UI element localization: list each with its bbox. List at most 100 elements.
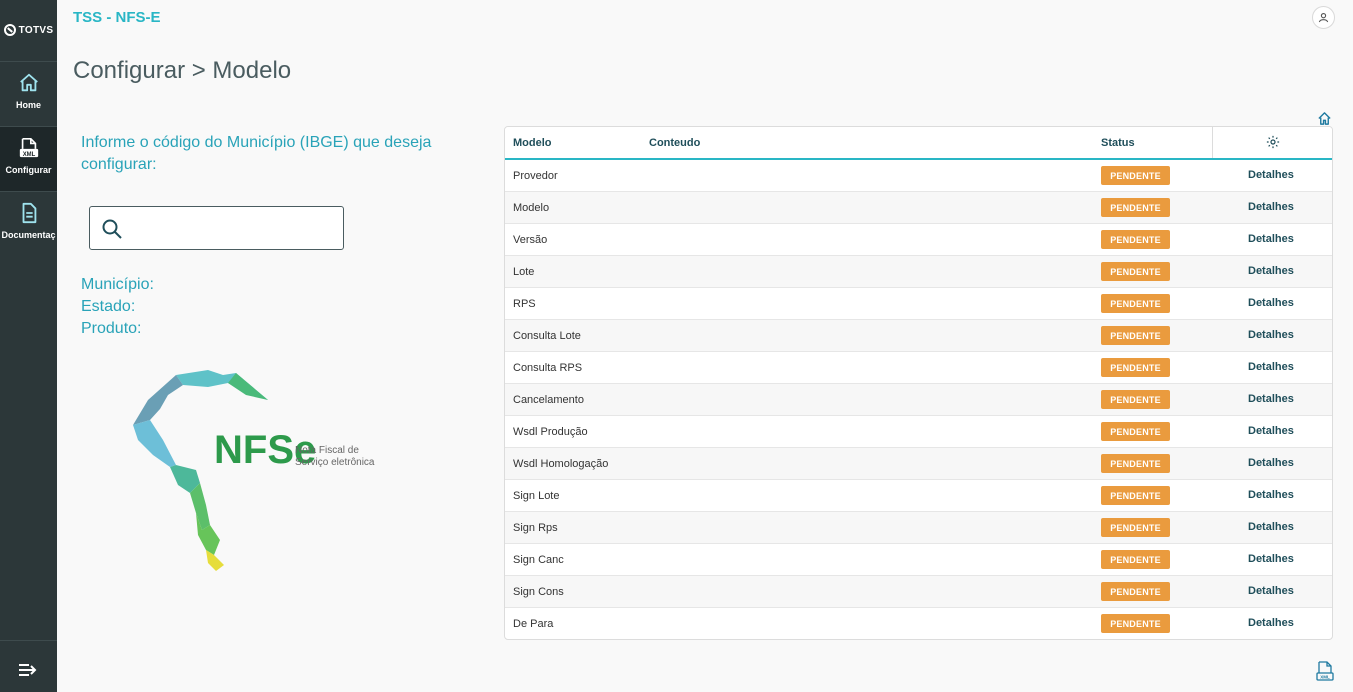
sidebar-item-documentacao[interactable]: Documentaç <box>0 192 57 256</box>
table-row: Versão PENDENTE Detalhes <box>505 224 1332 256</box>
search-input[interactable] <box>132 215 332 241</box>
collapse-menu-icon[interactable] <box>17 660 39 680</box>
table-row: Wsdl Homologação PENDENTE Detalhes <box>505 448 1332 480</box>
sidebar-item-label: Configurar <box>5 165 52 175</box>
app-root: TOTVS Home XML Configurar Documentaç TSS… <box>0 0 1353 692</box>
table-row: Consulta Lote PENDENTE Detalhes <box>505 320 1332 352</box>
column-divider <box>1212 127 1213 158</box>
status-badge: PENDENTE <box>1101 518 1170 537</box>
details-link[interactable]: Detalhes <box>1248 617 1294 629</box>
sidebar-item-label: Home <box>15 100 41 110</box>
totvs-logo: TOTVS <box>0 20 57 40</box>
table-row: Lote PENDENTE Detalhes <box>505 256 1332 288</box>
details-link[interactable]: Detalhes <box>1248 169 1294 181</box>
table-row: Provedor PENDENTE Detalhes <box>505 160 1332 192</box>
status-badge: PENDENTE <box>1101 550 1170 569</box>
row-modelo: Wsdl Homologação <box>513 458 609 470</box>
row-modelo: Sign Rps <box>513 522 558 534</box>
status-badge: PENDENTE <box>1101 198 1170 217</box>
row-modelo: Cancelamento <box>513 394 584 406</box>
totvs-logo-icon <box>3 24 16 36</box>
document-icon <box>22 202 36 224</box>
table-row: Sign Rps PENDENTE Detalhes <box>505 512 1332 544</box>
table-row: Modelo PENDENTE Detalhes <box>505 192 1332 224</box>
logo-subtitle-1: Nota Fiscal de <box>295 445 359 456</box>
municipio-label: Município: <box>81 276 154 293</box>
details-link[interactable]: Detalhes <box>1248 329 1294 341</box>
row-modelo: De Para <box>513 618 554 630</box>
user-button[interactable] <box>1312 6 1335 29</box>
status-badge: PENDENTE <box>1101 454 1170 473</box>
estado-label: Estado: <box>81 298 136 315</box>
details-link[interactable]: Detalhes <box>1248 489 1294 501</box>
table-row: De Para PENDENTE Detalhes <box>505 608 1332 639</box>
row-modelo: Modelo <box>513 202 550 214</box>
table-row: Sign Canc PENDENTE Detalhes <box>505 544 1332 576</box>
svg-text:XML: XML <box>1320 675 1330 680</box>
details-link[interactable]: Detalhes <box>1248 521 1294 533</box>
status-badge: PENDENTE <box>1101 422 1170 441</box>
details-link[interactable]: Detalhes <box>1248 393 1294 405</box>
status-badge: PENDENTE <box>1101 230 1170 249</box>
table-row: RPS PENDENTE Detalhes <box>505 288 1332 320</box>
xml-export-icon[interactable]: XML <box>1316 661 1334 681</box>
modelo-table: Modelo Conteudo Status Provedor PENDENTE D… <box>504 126 1333 640</box>
home-icon <box>19 73 38 92</box>
logo-text: TOTVS <box>18 24 54 36</box>
table-row: Sign Cons PENDENTE Detalhes <box>505 576 1332 608</box>
status-badge: PENDENTE <box>1101 326 1170 345</box>
row-modelo: Consulta Lote <box>513 330 581 342</box>
table-row: Wsdl Produção PENDENTE Detalhes <box>505 416 1332 448</box>
search-icon <box>102 219 122 239</box>
row-modelo: Provedor <box>513 170 558 182</box>
column-header-status[interactable]: Status <box>1101 137 1135 149</box>
column-header-conteudo[interactable]: Conteudo <box>649 137 700 149</box>
produto-label: Produto: <box>81 320 142 337</box>
details-link[interactable]: Detalhes <box>1248 585 1294 597</box>
status-badge: PENDENTE <box>1101 294 1170 313</box>
status-badge: PENDENTE <box>1101 582 1170 601</box>
sidebar-divider <box>0 640 57 641</box>
row-modelo: RPS <box>513 298 536 310</box>
status-badge: PENDENTE <box>1101 166 1170 185</box>
status-badge: PENDENTE <box>1101 358 1170 377</box>
details-link[interactable]: Detalhes <box>1248 361 1294 373</box>
sidebar-item-home[interactable]: Home <box>0 62 57 126</box>
details-link[interactable]: Detalhes <box>1248 233 1294 245</box>
user-icon <box>1318 13 1329 23</box>
status-badge: PENDENTE <box>1101 262 1170 281</box>
sidebar-item-label: Documentaç <box>1 230 56 240</box>
nfse-logo: NFSe Nota Fiscal de Serviço eletrônica <box>133 370 375 571</box>
municipio-prompt: Informe o código do Município (IBGE) que… <box>81 134 432 173</box>
home-icon[interactable] <box>1317 111 1332 126</box>
table-row: Cancelamento PENDENTE Detalhes <box>505 384 1332 416</box>
row-modelo: Wsdl Produção <box>513 426 588 438</box>
svg-text:XML: XML <box>22 152 35 158</box>
logo-subtitle-2: Serviço eletrônica <box>295 457 375 468</box>
xml-file-icon: XML <box>19 138 38 158</box>
gear-icon[interactable] <box>1266 135 1280 149</box>
table-row: Sign Lote PENDENTE Detalhes <box>505 480 1332 512</box>
table-header: Modelo Conteudo Status <box>505 127 1332 160</box>
details-link[interactable]: Detalhes <box>1248 425 1294 437</box>
sidebar-item-configurar[interactable]: XML Configurar <box>0 127 57 191</box>
table-row: Consulta RPS PENDENTE Detalhes <box>505 352 1332 384</box>
details-link[interactable]: Detalhes <box>1248 265 1294 277</box>
status-badge: PENDENTE <box>1101 614 1170 633</box>
municipio-search[interactable] <box>89 206 344 250</box>
row-modelo: Consulta RPS <box>513 362 583 374</box>
details-link[interactable]: Detalhes <box>1248 553 1294 565</box>
sidebar: TOTVS Home XML Configurar Documentaç <box>0 0 57 692</box>
column-header-modelo[interactable]: Modelo <box>513 137 552 149</box>
row-modelo: Sign Canc <box>513 554 564 566</box>
row-modelo: Sign Lote <box>513 490 560 502</box>
details-link[interactable]: Detalhes <box>1248 457 1294 469</box>
row-modelo: Lote <box>513 266 535 278</box>
status-badge: PENDENTE <box>1101 486 1170 505</box>
details-link[interactable]: Detalhes <box>1248 201 1294 213</box>
row-modelo: Versão <box>513 234 548 246</box>
status-badge: PENDENTE <box>1101 390 1170 409</box>
row-modelo: Sign Cons <box>513 586 564 598</box>
app-title: TSS - NFS-E <box>73 9 161 26</box>
details-link[interactable]: Detalhes <box>1248 297 1294 309</box>
